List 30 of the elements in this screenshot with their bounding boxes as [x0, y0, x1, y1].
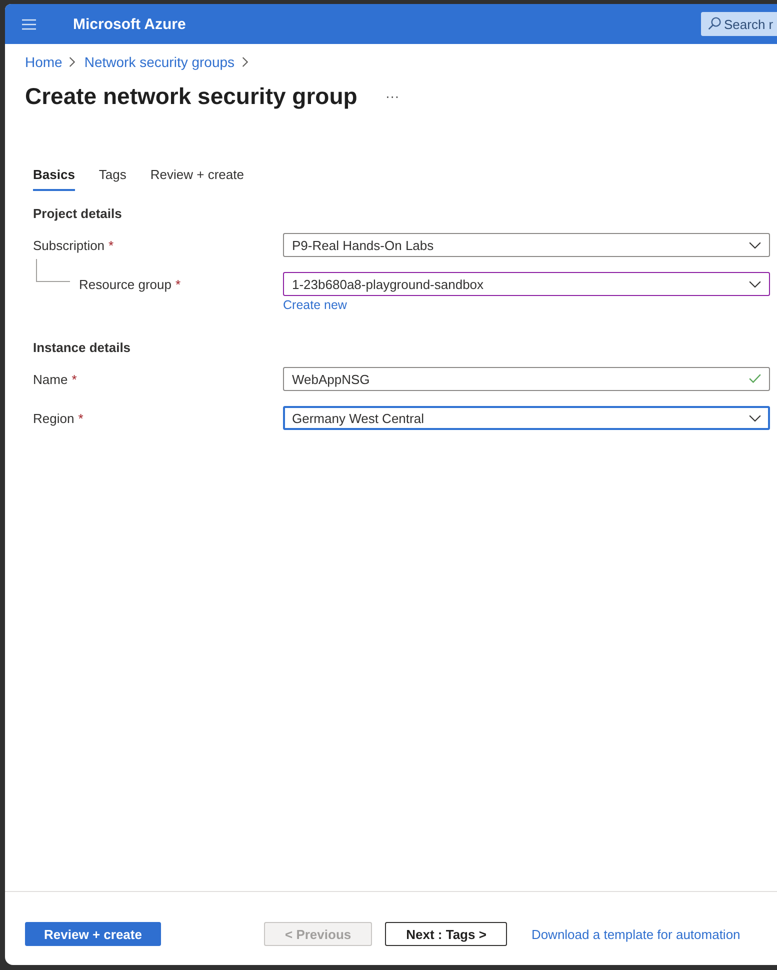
input-field[interactable]: WebAppNSG [283, 367, 770, 391]
chevron-down-icon [749, 414, 761, 422]
page-title: Create network security group [25, 82, 358, 111]
tab[interactable]: Tags [98, 165, 126, 191]
chevron-right-icon [242, 57, 248, 67]
search-icon [708, 17, 721, 30]
dropdown-field[interactable]: 1-23b680a8-playground-sandbox [283, 272, 770, 296]
breadcrumb-link[interactable]: Home [25, 53, 62, 71]
search-field[interactable]: Search r [701, 12, 777, 36]
section-heading: Instance details [33, 339, 131, 357]
tab[interactable]: Review + create [150, 165, 244, 191]
download-template-link[interactable]: Download a template for automation [531, 926, 740, 942]
chevron-right-icon [69, 57, 76, 67]
field-label: Name * [33, 372, 77, 386]
brand-link[interactable]: Microsoft Azure [73, 16, 186, 32]
dropdown-field[interactable]: P9-Real Hands-On Labs [283, 233, 770, 257]
menu-icon[interactable] [22, 18, 36, 30]
field-label: Region * [33, 410, 84, 426]
breadcrumb-link[interactable]: Network security groups [84, 53, 235, 71]
tab[interactable]: Basics [33, 165, 75, 191]
more-button[interactable]: ··· [385, 88, 400, 104]
create-new-link[interactable]: Create new [283, 296, 347, 314]
nav-button[interactable]: Next : Tags > [385, 922, 508, 946]
field-label: Resource group * [79, 276, 181, 292]
review-create-button[interactable]: Review + create [25, 922, 161, 946]
chevron-down-icon [749, 242, 761, 248]
section-heading: Project details [33, 205, 122, 223]
chevron-down-icon [749, 280, 761, 288]
dropdown-field[interactable]: Germany West Central [283, 406, 770, 430]
field-label: Subscription * [33, 238, 114, 252]
